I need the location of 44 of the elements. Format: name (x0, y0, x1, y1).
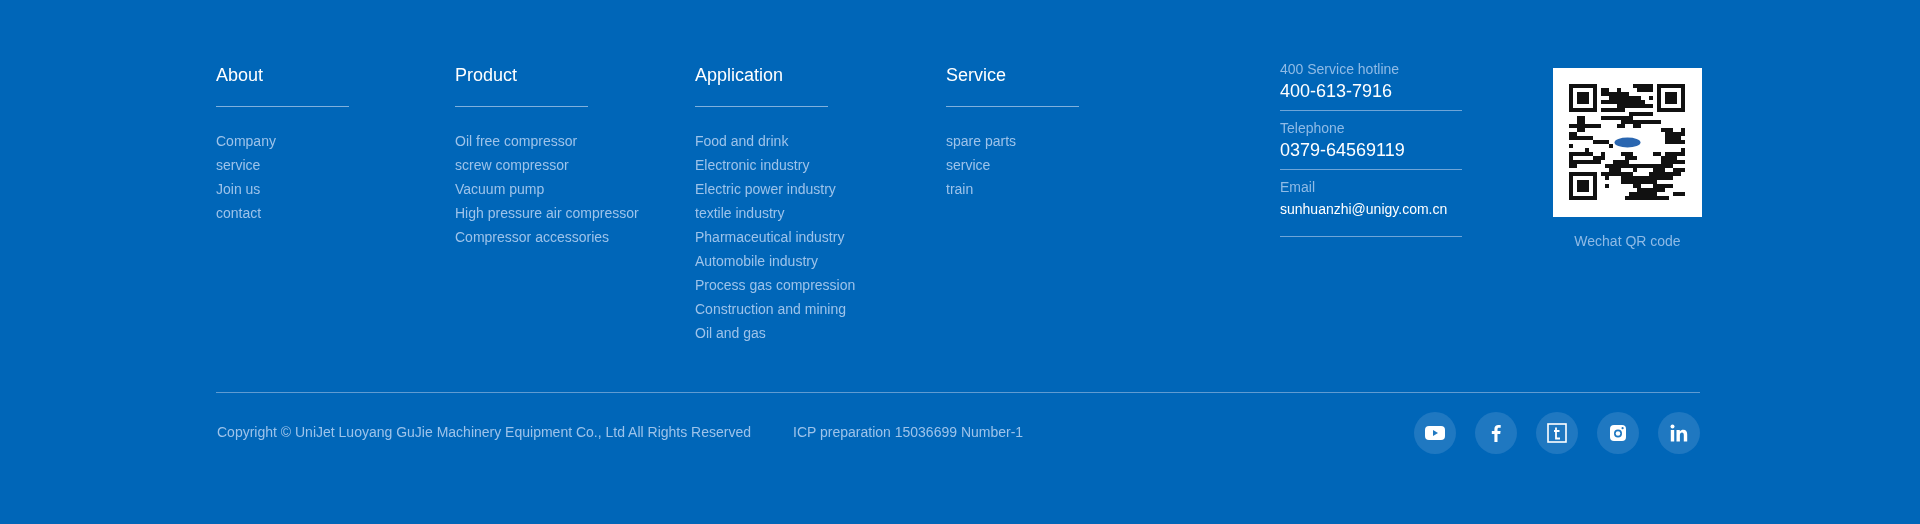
instagram-icon (1609, 423, 1627, 442)
youtube-button[interactable] (1414, 411, 1456, 454)
footer-link[interactable]: Electronic industry (695, 153, 810, 177)
youtube-icon (1425, 425, 1445, 440)
footer-link[interactable]: Compressor accessories (455, 225, 610, 249)
contact-label: Email (1280, 178, 1316, 196)
column-heading: Application (695, 64, 784, 86)
footer-link[interactable]: service (946, 153, 991, 177)
footer-link[interactable]: Process gas compression (695, 273, 856, 297)
tumblr-icon (1547, 422, 1567, 443)
footer-link[interactable]: Pharmaceutical industry (695, 225, 845, 249)
column-heading: Product (455, 64, 518, 86)
linkedin-icon (1670, 423, 1688, 442)
footer-link[interactable]: High pressure air compressor (455, 201, 639, 225)
footer-link[interactable]: Oil and gas (695, 321, 766, 345)
copyright-text: Copyright © UniJet Luoyang GuJie Machinery Equipment Co., Ltd All Rights Reserved (217, 423, 752, 442)
email-link[interactable]: sunhuanzhi@unigy.com.cn (1280, 196, 1462, 222)
column-heading: About (216, 64, 264, 86)
contact-label: 400 Service hotline (1280, 60, 1401, 78)
column-heading: Service (946, 64, 1007, 86)
footer-link[interactable]: Join us (216, 177, 261, 201)
footer-link[interactable]: Company (216, 129, 276, 153)
footer-link[interactable]: Vacuum pump (455, 177, 545, 201)
footer-link[interactable]: textile industry (695, 201, 785, 225)
footer-link[interactable]: screw compressor (455, 153, 569, 177)
linkedin-button[interactable] (1658, 411, 1700, 454)
instagram-button[interactable] (1597, 411, 1639, 454)
facebook-icon (1491, 423, 1501, 442)
footer-link[interactable]: train (946, 177, 974, 201)
footer-link[interactable]: Automobile industry (695, 249, 818, 273)
contact-label: Telephone (1280, 119, 1346, 137)
icp-number: ICP preparation 15036699 Number-1 (793, 423, 1024, 442)
footer-link[interactable]: Electric power industry (695, 177, 836, 201)
facebook-button[interactable] (1475, 411, 1517, 454)
footer-link[interactable]: Construction and mining (695, 297, 846, 321)
footer-link[interactable]: spare parts (946, 129, 1017, 153)
footer-link[interactable]: service (216, 153, 261, 177)
qr-caption: Wechat QR code (1574, 232, 1681, 251)
footer-link[interactable]: Oil free compressor (455, 129, 578, 153)
tumblr-button[interactable] (1536, 411, 1578, 454)
phone-number: 0379-64569119 (1280, 139, 1406, 162)
footer-link[interactable]: Food and drink (695, 129, 789, 153)
footer-link[interactable]: contact (216, 201, 262, 225)
phone-number: 400-613-7916 (1280, 80, 1394, 103)
